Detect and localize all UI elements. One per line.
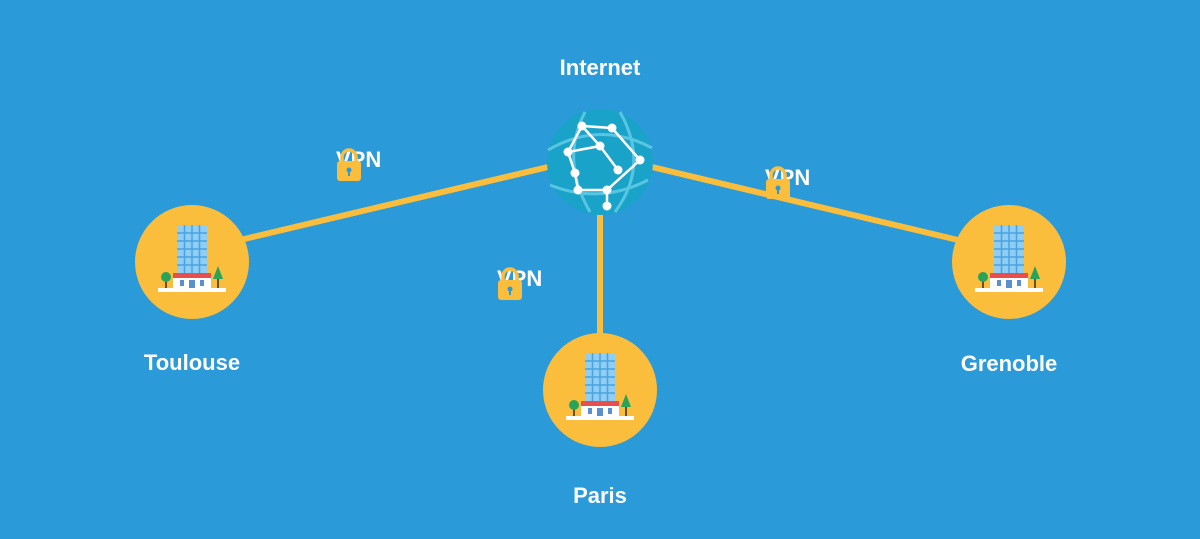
site-label-grenoble: Grenoble (960, 351, 1058, 376)
padlock-icon (497, 267, 523, 300)
vpn-label-paris: VPN (497, 266, 542, 300)
site-label-paris: Paris (573, 483, 627, 508)
site-node-toulouse (135, 205, 249, 319)
site-node-grenoble (952, 205, 1066, 319)
link-toulouse-internet (239, 164, 549, 243)
site-label-toulouse: Toulouse (143, 350, 241, 375)
padlock-icon (336, 148, 362, 181)
globe-network-icon (547, 109, 653, 215)
site-node-paris (543, 333, 657, 447)
vpn-label-grenoble: VPN (765, 165, 810, 199)
internet-label: Internet (559, 55, 641, 80)
network-diagram: Internet Toulouse Paris Grenoble VPN VPN… (0, 0, 1200, 539)
vpn-label-toulouse: VPN (336, 147, 381, 181)
padlock-icon (765, 166, 791, 199)
